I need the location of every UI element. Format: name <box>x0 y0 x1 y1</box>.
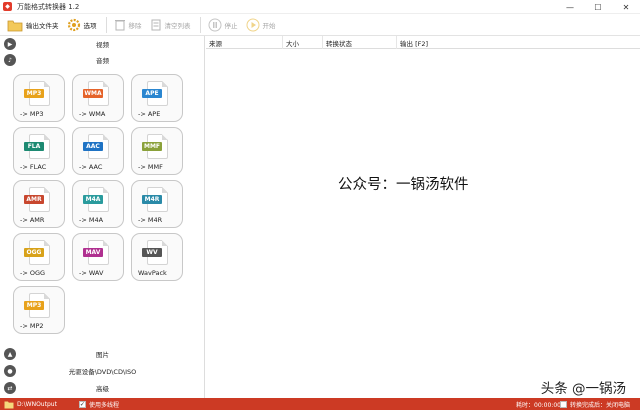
format-badge: WV <box>142 248 162 257</box>
output-path-link[interactable]: D:\WNOutput <box>17 401 57 408</box>
format-badge: MP3 <box>24 301 44 310</box>
category-video-label: 视频 <box>96 41 109 49</box>
toolbar-divider <box>105 16 107 33</box>
maximize-button[interactable]: ☐ <box>584 0 612 14</box>
format-tile-mmf[interactable]: MMF -> MMF <box>131 127 183 175</box>
options-label: 选项 <box>83 21 97 30</box>
gear-icon <box>67 18 80 31</box>
format-badge: OGG <box>24 248 44 257</box>
format-label: -> APE <box>138 110 161 118</box>
format-badge: MMF <box>142 142 162 151</box>
format-tile-wavpack[interactable]: WV WavPack <box>131 233 183 281</box>
category-rom[interactable]: ● 光驱设备\DVD\CD\ISO <box>0 363 205 379</box>
trash-icon <box>114 20 125 31</box>
stop-icon <box>208 18 221 31</box>
toolbar-divider <box>199 16 201 33</box>
stop-label: 停止 <box>224 21 238 30</box>
stop-button[interactable]: 停止 <box>205 15 241 35</box>
toolbar: 输出文件夹 选项 移除 清空列表 停止 开始 <box>0 14 640 36</box>
category-audio-label: 音频 <box>96 57 109 65</box>
format-label: -> WAV <box>79 269 104 277</box>
category-picture-label: 图片 <box>96 351 109 359</box>
format-label: -> WMA <box>79 110 106 118</box>
after-convert-label[interactable]: 转换完成后：关闭电脑 <box>570 400 630 409</box>
format-label: -> M4A <box>79 216 104 224</box>
format-badge: MP3 <box>24 89 44 98</box>
format-badge: AMR <box>24 195 44 204</box>
multithread-label: 使用多线程 <box>88 401 119 409</box>
format-badge: MAV <box>83 248 103 257</box>
clear-list-label: 清空列表 <box>164 21 191 30</box>
title-bar: ◆ 万能格式转换器 1.2 — ☐ ✕ <box>0 0 640 14</box>
format-tile-m4a[interactable]: M4A -> M4A <box>72 180 124 228</box>
close-button[interactable]: ✕ <box>612 0 640 14</box>
format-label: -> MP3 <box>20 110 44 118</box>
category-audio[interactable]: ♪ 音频 <box>0 52 205 68</box>
format-badge: AAC <box>83 142 103 151</box>
format-sidebar: ▶ 视频 ♪ 音频 MP3 -> MP3 WMA -> WMA APE -> A… <box>0 36 205 398</box>
column-output[interactable]: 输出 [F2] <box>396 36 498 49</box>
elapsed-time: 耗时：00:00:00 <box>516 401 561 409</box>
format-label: -> AMR <box>20 216 45 224</box>
column-source[interactable]: 来源 <box>206 36 282 49</box>
format-tile-ogg[interactable]: OGG -> OGG <box>13 233 65 281</box>
format-label: -> OGG <box>20 269 46 277</box>
clear-list-button[interactable]: 清空列表 <box>147 15 194 35</box>
file-list-area[interactable] <box>206 50 640 398</box>
window-controls: — ☐ ✕ <box>556 0 640 14</box>
center-overlay-text: 公众号：一锅汤软件 <box>338 177 469 193</box>
status-bar: D:\WNOutput ✓ 使用多线程 耗时：00:00:00 转换完成后：关闭… <box>0 398 640 410</box>
format-tile-amr[interactable]: AMR -> AMR <box>13 180 65 228</box>
format-label: -> M4R <box>138 216 163 224</box>
format-badge: WMA <box>83 89 103 98</box>
format-badge: M4R <box>142 195 162 204</box>
column-status[interactable]: 转换状态 <box>322 36 396 49</box>
category-picture[interactable]: ▲ 图片 <box>0 346 205 362</box>
column-size[interactable]: 大小 <box>282 36 322 49</box>
clear-list-icon <box>151 19 160 31</box>
format-label: -> AAC <box>79 163 103 171</box>
category-advanced-label: 高级 <box>96 385 109 393</box>
folder-icon <box>4 401 14 408</box>
format-tile-mp3[interactable]: MP3 -> MP3 <box>13 74 65 122</box>
app-logo-icon: ◆ <box>3 2 12 11</box>
multithread-checkbox[interactable]: ✓ <box>78 400 86 408</box>
start-label: 开始 <box>262 21 276 30</box>
output-folder-label: 输出文件夹 <box>26 21 59 30</box>
after-convert-checkbox[interactable] <box>560 400 567 408</box>
format-badge: M4A <box>83 195 103 204</box>
minimize-button[interactable]: — <box>556 0 584 14</box>
format-tile-wma[interactable]: WMA -> WMA <box>72 74 124 122</box>
format-tile-mp2[interactable]: MP3 -> MP2 <box>13 286 65 334</box>
format-label: -> FLAC <box>20 163 47 171</box>
output-folder-button[interactable]: 输出文件夹 <box>4 15 62 35</box>
format-badge: APE <box>142 89 162 98</box>
play-icon <box>246 18 259 31</box>
format-label: -> MMF <box>138 163 163 171</box>
category-video[interactable]: ▶ 视频 <box>0 36 205 52</box>
options-button[interactable]: 选项 <box>64 15 100 35</box>
format-tile-ape[interactable]: APE -> APE <box>131 74 183 122</box>
format-tile-wav[interactable]: MAV -> WAV <box>72 233 124 281</box>
window-title: 万能格式转换器 1.2 <box>17 2 80 11</box>
format-label: -> MP2 <box>20 322 44 330</box>
category-advanced[interactable]: ⇄ 高级 <box>0 380 205 396</box>
format-tile-aac[interactable]: AAC -> AAC <box>72 127 124 175</box>
category-rom-label: 光驱设备\DVD\CD\ISO <box>68 368 137 376</box>
format-label: WavPack <box>138 269 167 277</box>
corner-watermark-text: 头条 @一锅汤 <box>540 381 626 397</box>
format-badge: FLA <box>24 142 44 151</box>
start-button[interactable]: 开始 <box>243 15 279 35</box>
remove-label: 移除 <box>128 21 142 30</box>
format-tile-m4r[interactable]: M4R -> M4R <box>131 180 183 228</box>
file-list-header: 来源 大小 转换状态 输出 [F2] <box>206 36 640 49</box>
folder-icon <box>7 20 23 31</box>
format-tile-flac[interactable]: FLA -> FLAC <box>13 127 65 175</box>
remove-button[interactable]: 移除 <box>111 15 145 35</box>
